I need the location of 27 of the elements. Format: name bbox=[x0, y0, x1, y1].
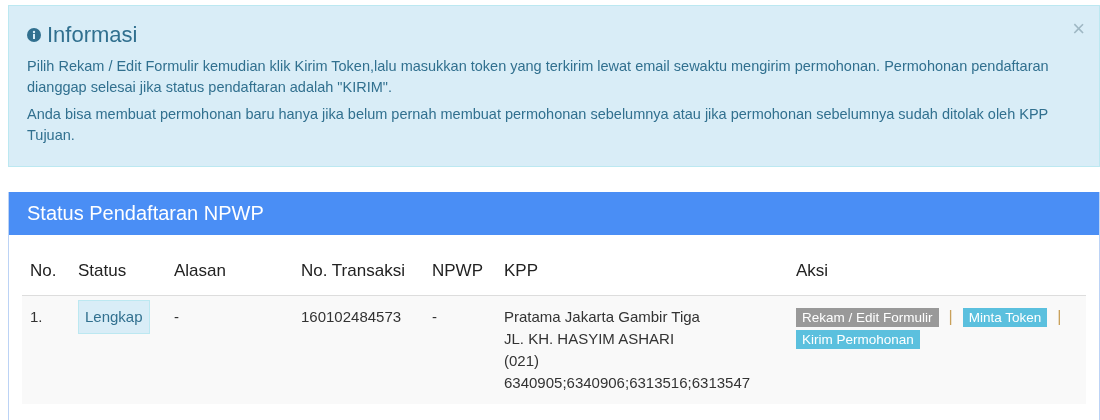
action-button[interactable]: Rekam / Edit Formulir bbox=[796, 307, 939, 327]
table-cell: 1. bbox=[22, 296, 70, 404]
separator: | bbox=[948, 307, 953, 327]
alert-title: Informasi bbox=[47, 22, 138, 48]
column-header: No. bbox=[29, 260, 58, 282]
close-button[interactable]: × bbox=[1072, 18, 1085, 40]
column-header: Status bbox=[77, 260, 128, 282]
table-cell: 160102484573 bbox=[293, 296, 424, 404]
kpp-line: (021) bbox=[504, 351, 541, 371]
kpp-line: JL. KH. HASYIM ASHARI bbox=[504, 329, 676, 349]
kpp-line: 6340905;6340906;6313516;6313547 bbox=[504, 373, 752, 393]
action-button[interactable]: Minta Token bbox=[962, 307, 1048, 327]
separator: | bbox=[1057, 307, 1062, 327]
column-header: KPP bbox=[503, 260, 540, 282]
table-cell: - bbox=[166, 296, 293, 404]
column-header: No. Transaksi bbox=[300, 260, 406, 282]
alert-text: Pilih Rekam / Edit Formulir kemudian klik Kirim Token,lalu masukkan token yang terkirim lewat email sewaktu mengirim permohonan. Permohonan pendaftaran dianggap selesai jika status pendaftaran adalah "KIRIM". bbox=[27, 57, 1050, 97]
kpp-line: Pratama Jakarta Gambir Tiga bbox=[504, 307, 701, 327]
status-badge: Lengkap bbox=[78, 300, 150, 334]
table-cell: - bbox=[424, 296, 496, 404]
column-header: Alasan bbox=[173, 260, 227, 282]
info-icon bbox=[27, 28, 41, 42]
column-header: Aksi bbox=[795, 260, 830, 282]
panel-title: Status Pendaftaran NPWP bbox=[9, 192, 1099, 235]
alert-text: Anda bisa membuat permohonan baru hanya jika belum pernah membuat permohonan sebelumnya atau jika permohonan sebelumnya sudah ditolak oleh KPP Tujuan. bbox=[27, 105, 1050, 145]
column-header: NPWP bbox=[431, 260, 484, 282]
action-button[interactable]: Kirim Permohonan bbox=[796, 330, 920, 349]
